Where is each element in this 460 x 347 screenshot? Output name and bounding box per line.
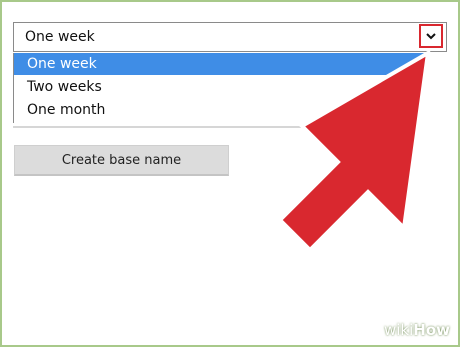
- wikihow-logo: wikiHow: [384, 321, 450, 339]
- brand-part2: How: [413, 321, 450, 339]
- brand-part1: wiki: [383, 321, 414, 339]
- pointer-arrow-icon: [277, 49, 431, 253]
